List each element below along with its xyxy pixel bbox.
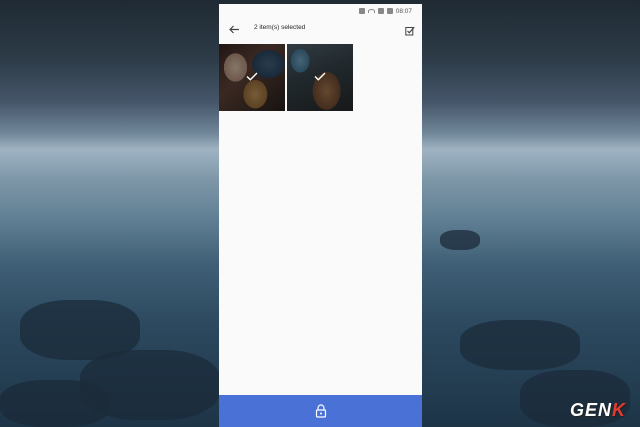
checkmark-icon (246, 72, 258, 84)
battery-icon (386, 8, 393, 14)
photo-thumbnail[interactable] (287, 44, 353, 111)
status-bar: 08:07 (219, 4, 422, 18)
page-title: 2 item(s) selected (254, 24, 306, 31)
phone-screen: 08:07 2 item(s) selected (219, 4, 422, 427)
status-time: 08:07 (395, 7, 412, 15)
wifi-icon (367, 9, 375, 13)
watermark-logo: GENK (569, 400, 626, 420)
photo-grid (219, 44, 353, 111)
lock-icon (315, 404, 326, 418)
notification-icon (358, 8, 365, 14)
signal-icon (377, 8, 384, 14)
lock-button[interactable] (219, 395, 422, 427)
photo-thumbnail[interactable] (219, 44, 285, 111)
checklist-icon[interactable] (405, 23, 415, 36)
checkmark-icon (314, 72, 326, 84)
app-bar: 2 item(s) selected (219, 18, 422, 40)
arrow-left-icon[interactable] (227, 22, 241, 36)
